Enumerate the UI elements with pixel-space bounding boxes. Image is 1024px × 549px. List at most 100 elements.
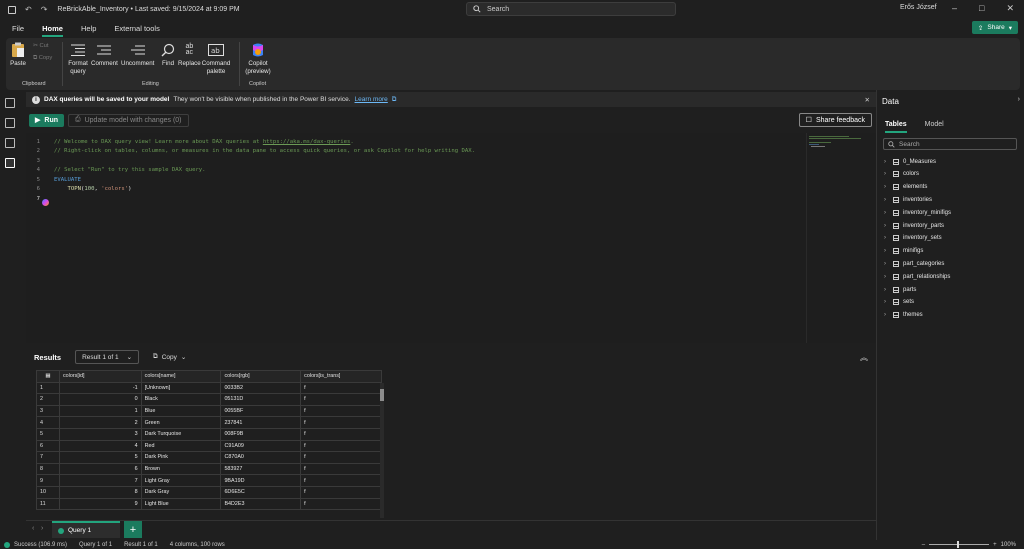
table-item-elements[interactable]: › elements xyxy=(884,182,927,193)
column-header[interactable]: colors[name] xyxy=(140,370,222,383)
table-cell[interactable]: C870A0 xyxy=(220,451,302,464)
scrollbar-thumb[interactable] xyxy=(380,389,384,401)
table-cell[interactable]: f xyxy=(300,451,382,464)
table-cell[interactable]: 0 xyxy=(58,393,142,406)
table-cell[interactable]: -1 xyxy=(58,381,142,395)
table-cell[interactable]: Light Blue xyxy=(140,497,222,511)
table-cell[interactable]: 8 xyxy=(58,485,142,499)
table-cell[interactable]: f xyxy=(300,427,382,441)
table-item-sets[interactable]: › sets xyxy=(884,297,914,308)
row-number[interactable]: 5 xyxy=(36,427,60,441)
redo-icon[interactable]: ↷ xyxy=(41,5,48,14)
table-cell[interactable]: 3 xyxy=(58,427,142,441)
add-query-button[interactable]: + xyxy=(124,521,142,538)
code-editor[interactable]: 1 // Welcome to DAX query view! Learn mor… xyxy=(26,133,876,343)
row-number[interactable]: 9 xyxy=(36,474,60,487)
replace-button[interactable]: ab ac Replace xyxy=(178,42,201,68)
row-number[interactable]: 10 xyxy=(36,485,60,499)
table-row[interactable]: 1 -1 [Unknown] 0033B2 f xyxy=(36,381,382,395)
menu-file[interactable]: File xyxy=(12,24,24,33)
table-cell[interactable]: 008F9B xyxy=(220,427,302,441)
table-cell[interactable]: B4D2E3 xyxy=(220,497,302,511)
chevron-right-icon[interactable]: › xyxy=(884,274,889,280)
zoom-slider[interactable] xyxy=(929,541,990,548)
tab-tables[interactable]: Tables xyxy=(885,121,907,133)
format-query-button[interactable]: Format query xyxy=(67,42,89,76)
table-cell[interactable]: Green xyxy=(140,416,222,429)
results-scrollbar[interactable] xyxy=(380,383,384,518)
find-button[interactable]: Find xyxy=(160,42,176,68)
column-header[interactable]: colors[id] xyxy=(58,370,142,383)
banner-close-icon[interactable]: ✕ xyxy=(865,96,870,104)
maximize-icon[interactable]: □ xyxy=(979,3,984,14)
table-cell[interactable]: Dark Turquoise xyxy=(140,427,222,441)
results-grid[interactable]: ▦ colors[id] colors[name] colors[rgb] co… xyxy=(36,370,382,518)
command-palette-button[interactable]: ab Command palette xyxy=(202,42,230,76)
grid-select-all-icon[interactable]: ▦ xyxy=(36,370,60,383)
code-line[interactable]: 5 EVALUATE xyxy=(26,175,81,185)
table-row[interactable]: 11 9 Light Blue B4D2E3 f xyxy=(36,497,382,511)
chevron-right-icon[interactable]: › xyxy=(884,159,889,165)
table-cell[interactable]: 237841 xyxy=(220,416,302,429)
code-line[interactable]: 4 // Select "Run" to try this sample DAX … xyxy=(26,166,206,176)
table-cell[interactable]: Brown xyxy=(140,462,222,476)
copilot-inline-icon[interactable] xyxy=(42,198,49,206)
table-cell[interactable]: 9BA19D xyxy=(220,474,302,487)
table-cell[interactable]: Black xyxy=(140,393,222,406)
tab-next-icon[interactable]: › xyxy=(41,525,43,532)
table-view-icon[interactable] xyxy=(5,118,15,128)
row-number[interactable]: 2 xyxy=(36,393,60,406)
table-cell[interactable]: 0033B2 xyxy=(220,381,302,395)
table-cell[interactable]: Blue xyxy=(140,404,222,418)
chevron-right-icon[interactable]: › xyxy=(884,312,889,318)
chevron-right-icon[interactable]: › xyxy=(884,223,889,229)
undo-icon[interactable]: ↶ xyxy=(25,5,32,14)
row-number[interactable]: 8 xyxy=(36,462,60,476)
cut-button[interactable]: ✂ Cut xyxy=(33,43,49,49)
chevron-right-icon[interactable]: › xyxy=(884,299,889,305)
share-button[interactable]: ⇪ Share ▾ xyxy=(971,21,1018,34)
editor-minimap[interactable] xyxy=(806,133,866,343)
table-item-minifigs[interactable]: › minifigs xyxy=(884,246,923,257)
table-cell[interactable]: 1 xyxy=(58,404,142,418)
update-model-button[interactable]: ⎙ Update model with changes (0) xyxy=(68,113,189,127)
minimize-icon[interactable]: – xyxy=(952,3,957,14)
expand-pane-icon[interactable]: › xyxy=(1018,96,1020,103)
row-number[interactable]: 4 xyxy=(36,416,60,429)
tab-query-1[interactable]: Query 1 xyxy=(52,521,120,538)
table-cell[interactable]: f xyxy=(300,416,382,429)
menu-home[interactable]: Home xyxy=(42,24,63,37)
column-header[interactable]: colors[rgb] xyxy=(220,370,302,383)
chevron-right-icon[interactable]: › xyxy=(884,184,889,190)
table-cell[interactable]: f xyxy=(300,497,382,511)
copy-ribbon-button[interactable]: ⧉ Copy xyxy=(33,55,52,62)
code-line[interactable]: 2 // Right-click on tables, columns, or m… xyxy=(26,147,475,157)
table-cell[interactable]: f xyxy=(300,404,382,418)
table-cell[interactable]: 5 xyxy=(58,451,142,464)
run-button[interactable]: ▶ Run xyxy=(29,113,64,127)
tab-model[interactable]: Model xyxy=(925,121,944,128)
table-row[interactable]: 2 0 Black 05131D f xyxy=(36,393,382,406)
table-cell[interactable]: f xyxy=(300,485,382,499)
zoom-out-icon[interactable]: – xyxy=(922,542,925,548)
table-cell[interactable]: C91A09 xyxy=(220,439,302,453)
user-name[interactable]: Erős József xyxy=(900,4,937,11)
code-line[interactable]: 7 xyxy=(26,194,49,206)
chevron-right-icon[interactable]: › xyxy=(884,235,889,241)
column-header[interactable]: colors[is_trans] xyxy=(300,370,382,383)
table-cell[interactable]: 6D6E5C xyxy=(220,485,302,499)
paste-button[interactable]: Paste xyxy=(10,42,26,68)
chevron-right-icon[interactable]: › xyxy=(884,261,889,267)
menu-help[interactable]: Help xyxy=(81,24,96,33)
code-line[interactable]: 1 // Welcome to DAX query view! Learn mor… xyxy=(26,137,354,147)
table-row[interactable]: 6 4 Red C91A09 f xyxy=(36,439,382,453)
table-item-inventory_minifigs[interactable]: › inventory_minifigs xyxy=(884,207,951,218)
table-cell[interactable]: f xyxy=(300,393,382,406)
learn-more-link[interactable]: Learn more xyxy=(355,96,388,103)
table-cell[interactable]: 2 xyxy=(58,416,142,429)
table-cell[interactable]: [Unknown] xyxy=(140,381,222,395)
row-number[interactable]: 3 xyxy=(36,404,60,418)
chevron-right-icon[interactable]: › xyxy=(884,287,889,293)
result-selector[interactable]: Result 1 of 1 ⌄ xyxy=(75,350,140,364)
table-cell[interactable]: f xyxy=(300,474,382,487)
